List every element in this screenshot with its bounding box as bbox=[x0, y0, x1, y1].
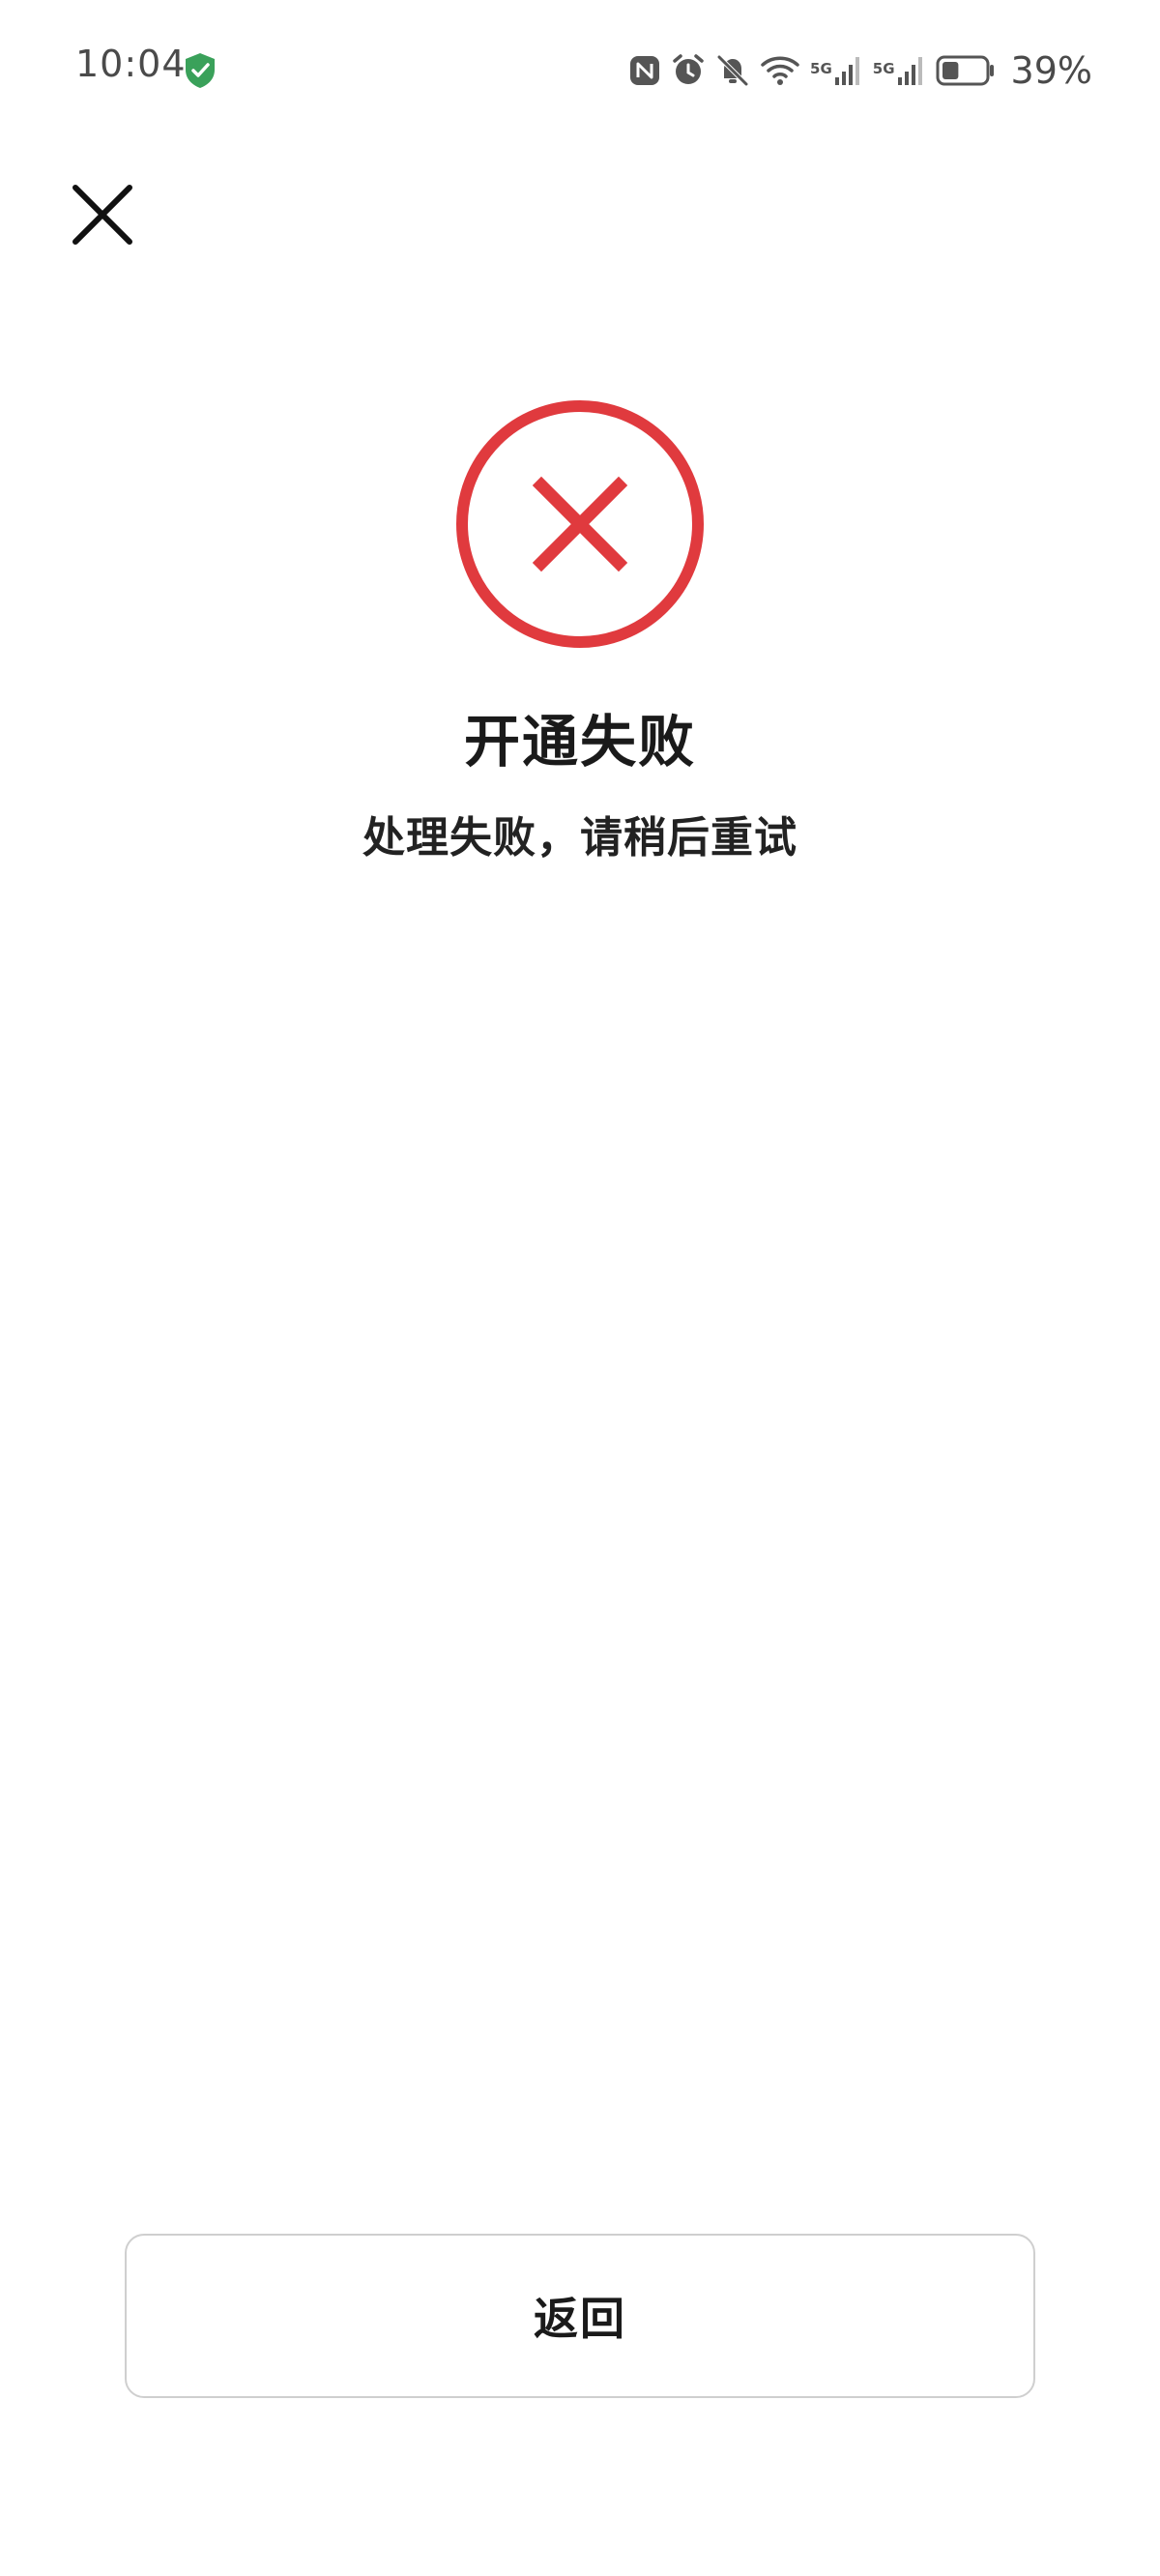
error-circle-x-icon bbox=[456, 400, 704, 648]
wifi-icon bbox=[761, 56, 799, 85]
network-type-label: 5G bbox=[872, 60, 895, 77]
close-icon bbox=[72, 185, 132, 245]
mute-icon bbox=[717, 55, 748, 86]
signal-group-2: 5G bbox=[873, 54, 926, 87]
result-title: 开通失败 bbox=[463, 709, 696, 775]
status-bar: 10:04 5G 5G 39% bbox=[0, 0, 1160, 145]
network-type-label: 5G bbox=[810, 60, 832, 77]
signal-icon bbox=[897, 57, 922, 85]
battery-percentage: 39% bbox=[1010, 49, 1092, 92]
nfc-icon bbox=[630, 56, 660, 85]
close-button[interactable] bbox=[68, 180, 137, 249]
signal-icon bbox=[834, 57, 859, 85]
signal-group-1: 5G bbox=[810, 54, 863, 87]
security-shield-icon bbox=[186, 53, 215, 88]
back-button-label: 返回 bbox=[534, 2293, 626, 2345]
battery-icon bbox=[936, 55, 994, 86]
back-button[interactable]: 返回 bbox=[125, 2234, 1035, 2398]
status-time: 10:04 bbox=[75, 43, 187, 85]
result-message: 处理失败，请稍后重试 bbox=[362, 813, 798, 863]
status-icons: 5G 5G 39% bbox=[628, 48, 1092, 93]
alarm-icon bbox=[673, 54, 704, 84]
